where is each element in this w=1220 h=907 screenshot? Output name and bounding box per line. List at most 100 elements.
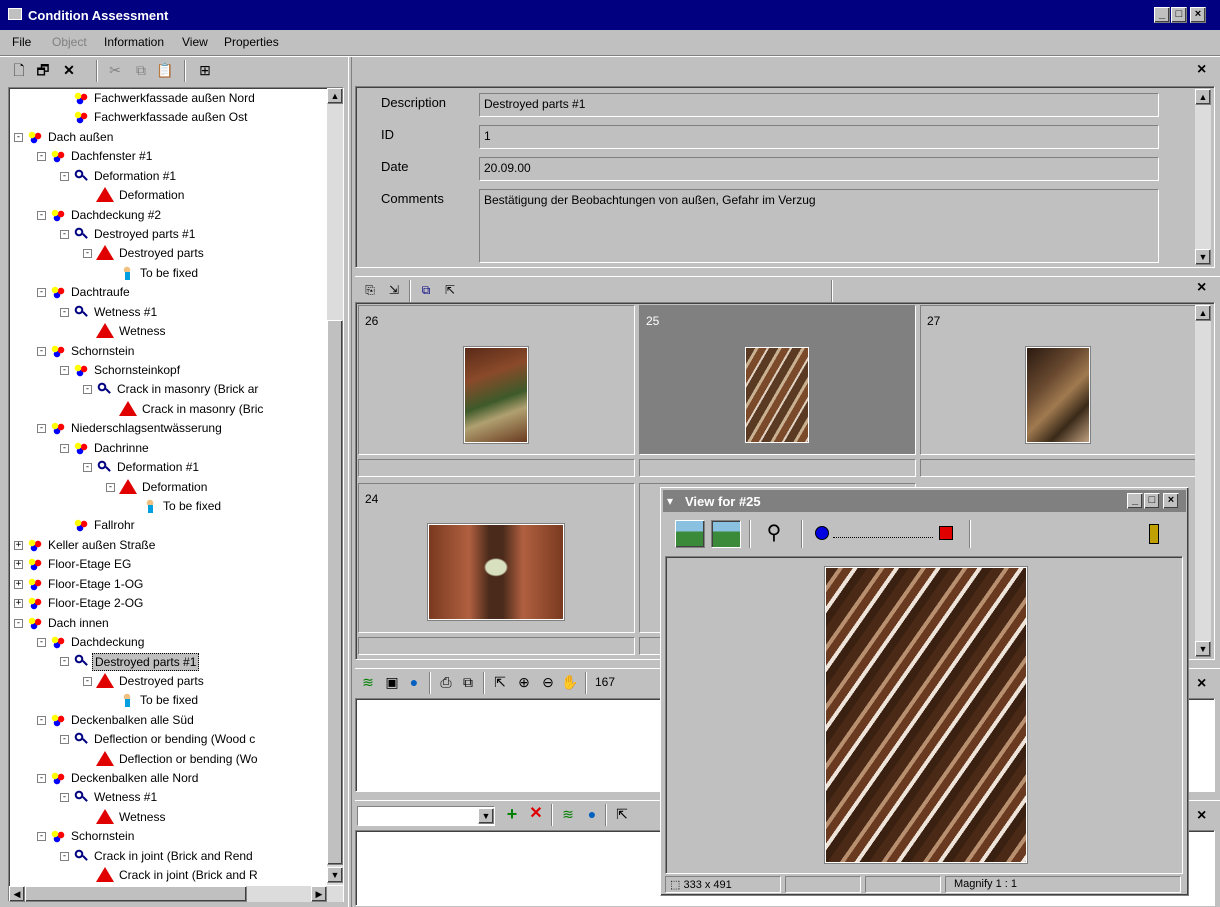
menu-view[interactable]: View: [182, 35, 208, 49]
menu-file[interactable]: File: [12, 35, 31, 49]
save-icon[interactable]: ▣: [383, 673, 401, 691]
collapse-icon[interactable]: -: [60, 366, 69, 376]
tree-node[interactable]: Fachwerkfassade außen Ost: [73, 109, 249, 127]
collapse-icon[interactable]: -: [37, 715, 46, 725]
tree-node[interactable]: - Crack in joint (Brick and Rend: [60, 848, 255, 866]
tree-node[interactable]: - Dachdeckung: [37, 634, 146, 652]
tree-node[interactable]: To be fixed: [142, 498, 223, 516]
minimize-button[interactable]: _: [1154, 7, 1170, 23]
menu-properties[interactable]: Properties: [224, 35, 279, 49]
maximize-button[interactable]: □: [1171, 7, 1187, 23]
collapse-icon[interactable]: -: [83, 385, 92, 395]
tree-node[interactable]: - Dachtraufe: [37, 284, 132, 302]
print-icon[interactable]: ⎙: [437, 673, 455, 691]
menu-information[interactable]: Information: [104, 35, 164, 49]
details-scrollbar[interactable]: ▲ ▼: [1195, 89, 1211, 265]
collapse-icon[interactable]: -: [83, 249, 92, 259]
zoom-in-icon[interactable]: ⊕: [515, 673, 533, 691]
id-field[interactable]: 1: [479, 125, 1159, 149]
pocket-device-icon[interactable]: [1149, 524, 1159, 544]
zoom-in-icon[interactable]: [939, 526, 953, 540]
thumbnail-25[interactable]: 25: [639, 305, 916, 455]
zoom-out-icon[interactable]: [815, 526, 829, 540]
comments-field[interactable]: Bestätigung der Beobachtungen von außen,…: [479, 189, 1159, 263]
scroll-down-button[interactable]: ▼: [1195, 249, 1211, 265]
tree-node[interactable]: - Dachdeckung #2: [37, 207, 163, 225]
export-icon[interactable]: ⇱: [441, 281, 459, 299]
globe-icon[interactable]: ●: [405, 673, 423, 691]
hscroll-thumb[interactable]: [25, 886, 247, 902]
copy-icon[interactable]: ⧉: [132, 61, 150, 79]
viewer-minimize-button[interactable]: _: [1127, 493, 1143, 509]
scroll-down-button[interactable]: ▼: [1195, 641, 1211, 657]
slider-track[interactable]: [833, 534, 933, 538]
image-viewer-window[interactable]: View for #25 ▾ _ □ × ⚲ ⬚ 333 x 491 Magni…: [660, 487, 1189, 896]
tree-node[interactable]: Crack in joint (Brick and R: [96, 867, 260, 885]
tree-view-icon[interactable]: ⊞: [196, 61, 214, 79]
select-icon[interactable]: ⇱: [613, 805, 631, 823]
tree-vertical-scrollbar[interactable]: ▲ ▼: [327, 88, 343, 885]
tree-node[interactable]: + Floor-Etage 1-OG: [14, 576, 145, 594]
collapse-icon[interactable]: -: [60, 443, 69, 453]
thumbnail-scrollbar[interactable]: ▲ ▼: [1195, 305, 1211, 657]
tree-node[interactable]: - Deformation #1: [60, 168, 178, 186]
cut-icon[interactable]: ✂: [106, 61, 124, 79]
globe-icon[interactable]: ●: [583, 805, 601, 823]
zoom-out-icon[interactable]: ⊖: [539, 673, 557, 691]
tree-node[interactable]: - Deckenbalken alle Nord: [37, 770, 200, 788]
tree-node[interactable]: - Deformation: [106, 478, 209, 497]
scroll-right-button[interactable]: ▶: [311, 886, 327, 902]
tree-node[interactable]: To be fixed: [119, 692, 200, 710]
tree-node[interactable]: Deflection or bending (Wo: [96, 750, 260, 769]
add-icon[interactable]: +: [503, 805, 521, 823]
tree-node[interactable]: - Dach außen: [14, 129, 115, 147]
tree-node[interactable]: - Dachrinne: [60, 440, 151, 458]
menu-object[interactable]: Object: [52, 35, 87, 49]
tree-node[interactable]: + Floor-Etage 2-OG: [14, 595, 145, 613]
expand-icon[interactable]: +: [14, 560, 23, 570]
tree-node[interactable]: - Deflection or bending (Wood c: [60, 731, 257, 749]
tree-node[interactable]: - Deckenbalken alle Süd: [37, 712, 196, 730]
tree-node[interactable]: - Dach innen: [14, 615, 111, 633]
expand-icon[interactable]: +: [14, 540, 23, 550]
collapse-icon[interactable]: -: [83, 676, 92, 686]
date-field[interactable]: 20.09.00: [479, 157, 1159, 181]
drawing-close-icon[interactable]: ×: [1197, 675, 1206, 693]
tree-node[interactable]: Crack in masonry (Bric: [119, 400, 265, 419]
scroll-thumb[interactable]: [327, 320, 343, 865]
collapse-icon[interactable]: -: [60, 793, 69, 803]
layers-icon[interactable]: ≋: [559, 805, 577, 823]
tree-node[interactable]: - Niederschlagsentwässerung: [37, 420, 224, 438]
tree-node[interactable]: - Destroyed parts #1: [60, 653, 200, 672]
tree-node[interactable]: Wetness: [96, 808, 167, 827]
pan-hand-icon[interactable]: ✋: [561, 673, 579, 691]
tree-node[interactable]: - Schornstein: [37, 828, 136, 846]
object-tree[interactable]: Fachwerkfassade außen Nord Fachwerkfassad…: [8, 87, 344, 902]
collapse-icon[interactable]: -: [37, 638, 46, 648]
tree-node[interactable]: To be fixed: [119, 265, 200, 283]
thumbnail-27[interactable]: 27: [920, 305, 1197, 455]
link-image-icon[interactable]: ⧉: [417, 281, 435, 299]
add-image-icon[interactable]: ⎘: [361, 281, 379, 299]
tree-node[interactable]: - Crack in masonry (Brick ar: [83, 381, 260, 399]
collapse-icon[interactable]: -: [60, 735, 69, 745]
collapse-icon[interactable]: -: [60, 657, 69, 667]
copy-icon[interactable]: ⧉: [459, 673, 477, 691]
viewer-title-bar[interactable]: View for #25 ▾ _ □ ×: [663, 490, 1186, 512]
tree-node[interactable]: Fachwerkfassade außen Nord: [73, 90, 257, 108]
paste-icon[interactable]: 📋: [156, 61, 174, 79]
thumbnail-24[interactable]: 24: [358, 483, 635, 633]
tree-node[interactable]: - Destroyed parts: [83, 672, 206, 691]
tree-node[interactable]: Wetness: [96, 323, 167, 341]
collapse-icon[interactable]: -: [83, 463, 92, 473]
remove-icon[interactable]: ✕: [527, 805, 545, 823]
scroll-up-button[interactable]: ▲: [327, 88, 343, 104]
zoom-slider[interactable]: [815, 526, 955, 542]
collapse-icon[interactable]: -: [60, 307, 69, 317]
import-icon[interactable]: ⇲: [385, 281, 403, 299]
collapse-icon[interactable]: -: [60, 851, 69, 861]
vertical-splitter[interactable]: [348, 57, 352, 907]
thumbnail-26[interactable]: 26: [358, 305, 635, 455]
tree-node[interactable]: - Deformation #1: [83, 459, 201, 477]
layer-select[interactable]: ▼: [357, 806, 495, 826]
